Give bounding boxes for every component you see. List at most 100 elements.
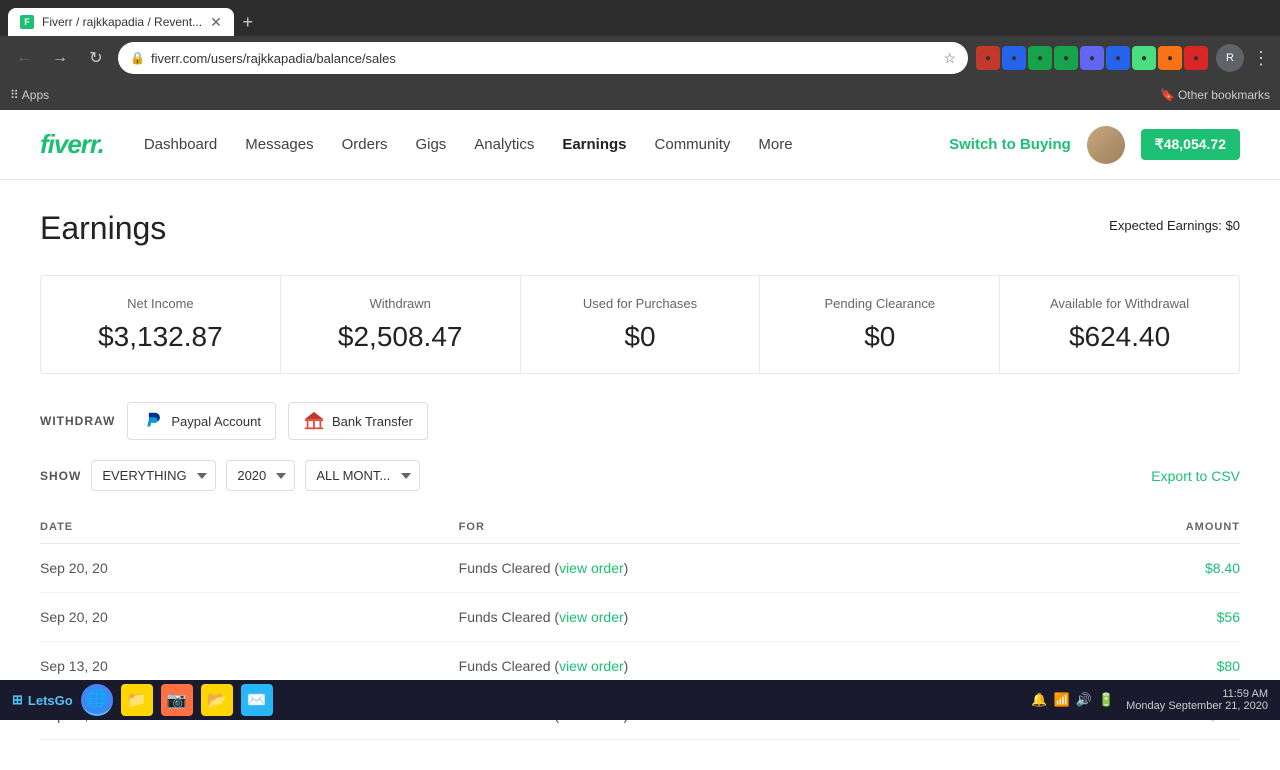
table-row: Sep 20, 20Funds Cleared (view order)$8.4…	[40, 544, 1240, 593]
ext-purple[interactable]: ●	[1080, 46, 1104, 70]
stat-pending-label: Pending Clearance	[784, 296, 975, 311]
nav-gigs[interactable]: Gigs	[415, 136, 446, 153]
nav-messages[interactable]: Messages	[245, 136, 313, 153]
taskbar-chrome-app[interactable]: 🌐	[81, 684, 113, 716]
nav-dashboard[interactable]: Dashboard	[144, 136, 217, 153]
taskbar-mail-app[interactable]: ✉️	[241, 684, 273, 716]
year-select[interactable]: 2020 2019 2018	[226, 460, 295, 491]
apps-icon: ⠿	[10, 88, 19, 102]
mail-icon: ✉️	[247, 690, 267, 710]
browser-tabs-bar: F Fiverr / rajkkapadia / Revent... ✕ +	[0, 0, 1280, 36]
ext-lime[interactable]: ●	[1132, 46, 1156, 70]
taskbar-folder-app[interactable]: 📂	[201, 684, 233, 716]
page-content: fiverr. Dashboard Messages Orders Gigs A…	[0, 110, 1280, 770]
col-for: FOR	[459, 511, 1051, 544]
other-bookmarks[interactable]: 🔖 Other bookmarks	[1160, 88, 1270, 102]
taskbar-system-icons: 🔔 📶 🔊 🔋	[1031, 692, 1114, 708]
apps-bookmark[interactable]: ⠿ Apps	[10, 88, 49, 102]
balance-badge[interactable]: ₹48,054.72	[1141, 129, 1240, 160]
page-header: Earnings Expected Earnings: $0	[40, 210, 1240, 247]
table-row: Sep 20, 20Funds Cleared (view order)$56	[40, 593, 1240, 642]
new-tab-button[interactable]: +	[234, 8, 262, 36]
ext-green2[interactable]: ●	[1054, 46, 1078, 70]
folder-icon: 📂	[207, 690, 227, 710]
stat-available: Available for Withdrawal $624.40	[1000, 276, 1239, 373]
stat-withdrawn: Withdrawn $2,508.47	[281, 276, 521, 373]
battery-icon: 🔋	[1098, 692, 1114, 708]
files-icon: 📁	[127, 690, 147, 710]
nav-more[interactable]: More	[758, 136, 792, 153]
nav-analytics[interactable]: Analytics	[474, 136, 534, 153]
user-avatar[interactable]	[1087, 126, 1125, 164]
ext-orange[interactable]: ●	[1158, 46, 1182, 70]
bank-transfer-button[interactable]: Bank Transfer	[288, 402, 428, 440]
withdraw-label: WITHDRAW	[40, 414, 115, 428]
browser-chrome: F Fiverr / rajkkapadia / Revent... ✕ + ←…	[0, 0, 1280, 110]
stat-purchases: Used for Purchases $0	[521, 276, 761, 373]
extension-icons: ● ● ● ● ● ● ● ● ●	[976, 46, 1208, 70]
stat-pending: Pending Clearance $0	[760, 276, 1000, 373]
stat-net-income-label: Net Income	[65, 296, 256, 311]
stats-container: Net Income $3,132.87 Withdrawn $2,508.47…	[40, 275, 1240, 374]
ext-red[interactable]: ●	[976, 46, 1000, 70]
browser-profile[interactable]: R	[1216, 44, 1244, 72]
ext-red2[interactable]: ●	[1184, 46, 1208, 70]
browser-toolbar: ← → ↻ 🔒 fiverr.com/users/rajkkapadia/bal…	[0, 36, 1280, 80]
stat-purchases-label: Used for Purchases	[545, 296, 736, 311]
address-bar-icons: ☆	[943, 50, 956, 67]
paypal-withdraw-button[interactable]: Paypal Account	[127, 402, 276, 440]
col-amount: AMOUNT	[1051, 511, 1240, 544]
export-csv-link[interactable]: Export to CSV	[1151, 468, 1240, 484]
address-bar[interactable]: 🔒 fiverr.com/users/rajkkapadia/balance/s…	[118, 42, 968, 74]
ext-blue[interactable]: ●	[1002, 46, 1026, 70]
taskbar-date-display: Monday September 21, 2020	[1126, 700, 1268, 712]
view-order-link[interactable]: view order	[559, 560, 624, 576]
bank-button-label: Bank Transfer	[332, 414, 413, 429]
avatar-image	[1087, 126, 1125, 164]
paypal-icon	[142, 410, 164, 432]
stat-available-label: Available for Withdrawal	[1024, 296, 1215, 311]
bookmark-icon: 🔖	[1160, 88, 1175, 102]
tab-title: Fiverr / rajkkapadia / Revent...	[42, 15, 202, 29]
withdraw-section: WITHDRAW Paypal Account	[40, 402, 1240, 440]
stat-purchases-value: $0	[545, 321, 736, 353]
taskbar-files-app[interactable]: 📁	[121, 684, 153, 716]
table-header: DATE FOR AMOUNT	[40, 511, 1240, 544]
nav-community[interactable]: Community	[655, 136, 731, 153]
taskbar-start-label: LetsGo	[28, 693, 73, 708]
show-select[interactable]: EVERYTHING Cleared Pending Withdrawn	[91, 460, 216, 491]
volume-icon: 🔊	[1076, 692, 1092, 708]
active-tab[interactable]: F Fiverr / rajkkapadia / Revent... ✕	[8, 8, 234, 36]
stat-net-income-value: $3,132.87	[65, 321, 256, 353]
table-cell-date: Sep 20, 20	[40, 593, 459, 642]
bank-icon	[303, 410, 325, 432]
star-icon[interactable]: ☆	[943, 50, 956, 67]
taskbar-start-icon: ⊞	[12, 692, 23, 708]
ext-blue2[interactable]: ●	[1106, 46, 1130, 70]
tab-close-button[interactable]: ✕	[210, 14, 222, 31]
taskbar-start-button[interactable]: ⊞ LetsGo	[12, 692, 73, 708]
page-title: Earnings	[40, 210, 166, 247]
forward-button[interactable]: →	[46, 44, 74, 72]
expected-earnings: Expected Earnings: $0	[1109, 218, 1240, 233]
taskbar-clock[interactable]: 11:59 AM Monday September 21, 2020	[1126, 688, 1268, 712]
refresh-button[interactable]: ↻	[82, 44, 110, 72]
view-order-link[interactable]: view order	[559, 609, 624, 625]
stat-available-value: $624.40	[1024, 321, 1215, 353]
site-logo[interactable]: fiverr.	[40, 129, 104, 160]
back-button[interactable]: ←	[10, 44, 38, 72]
nav-orders[interactable]: Orders	[342, 136, 388, 153]
ext-green[interactable]: ●	[1028, 46, 1052, 70]
taskbar-photos-app[interactable]: 📷	[161, 684, 193, 716]
lock-icon: 🔒	[130, 51, 145, 65]
menu-dots[interactable]: ⋮	[1252, 48, 1270, 69]
month-select[interactable]: ALL MONT... January September	[305, 460, 420, 491]
table-cell-date: Sep 20, 20	[40, 544, 459, 593]
nav-earnings[interactable]: Earnings	[562, 136, 626, 153]
expected-label: Expected Earnings:	[1109, 218, 1222, 233]
view-order-link[interactable]: view order	[559, 658, 624, 674]
stat-pending-value: $0	[784, 321, 975, 353]
url-text: fiverr.com/users/rajkkapadia/balance/sal…	[151, 51, 937, 66]
main-nav: Dashboard Messages Orders Gigs Analytics…	[144, 136, 949, 153]
switch-buying-button[interactable]: Switch to Buying	[949, 136, 1071, 153]
